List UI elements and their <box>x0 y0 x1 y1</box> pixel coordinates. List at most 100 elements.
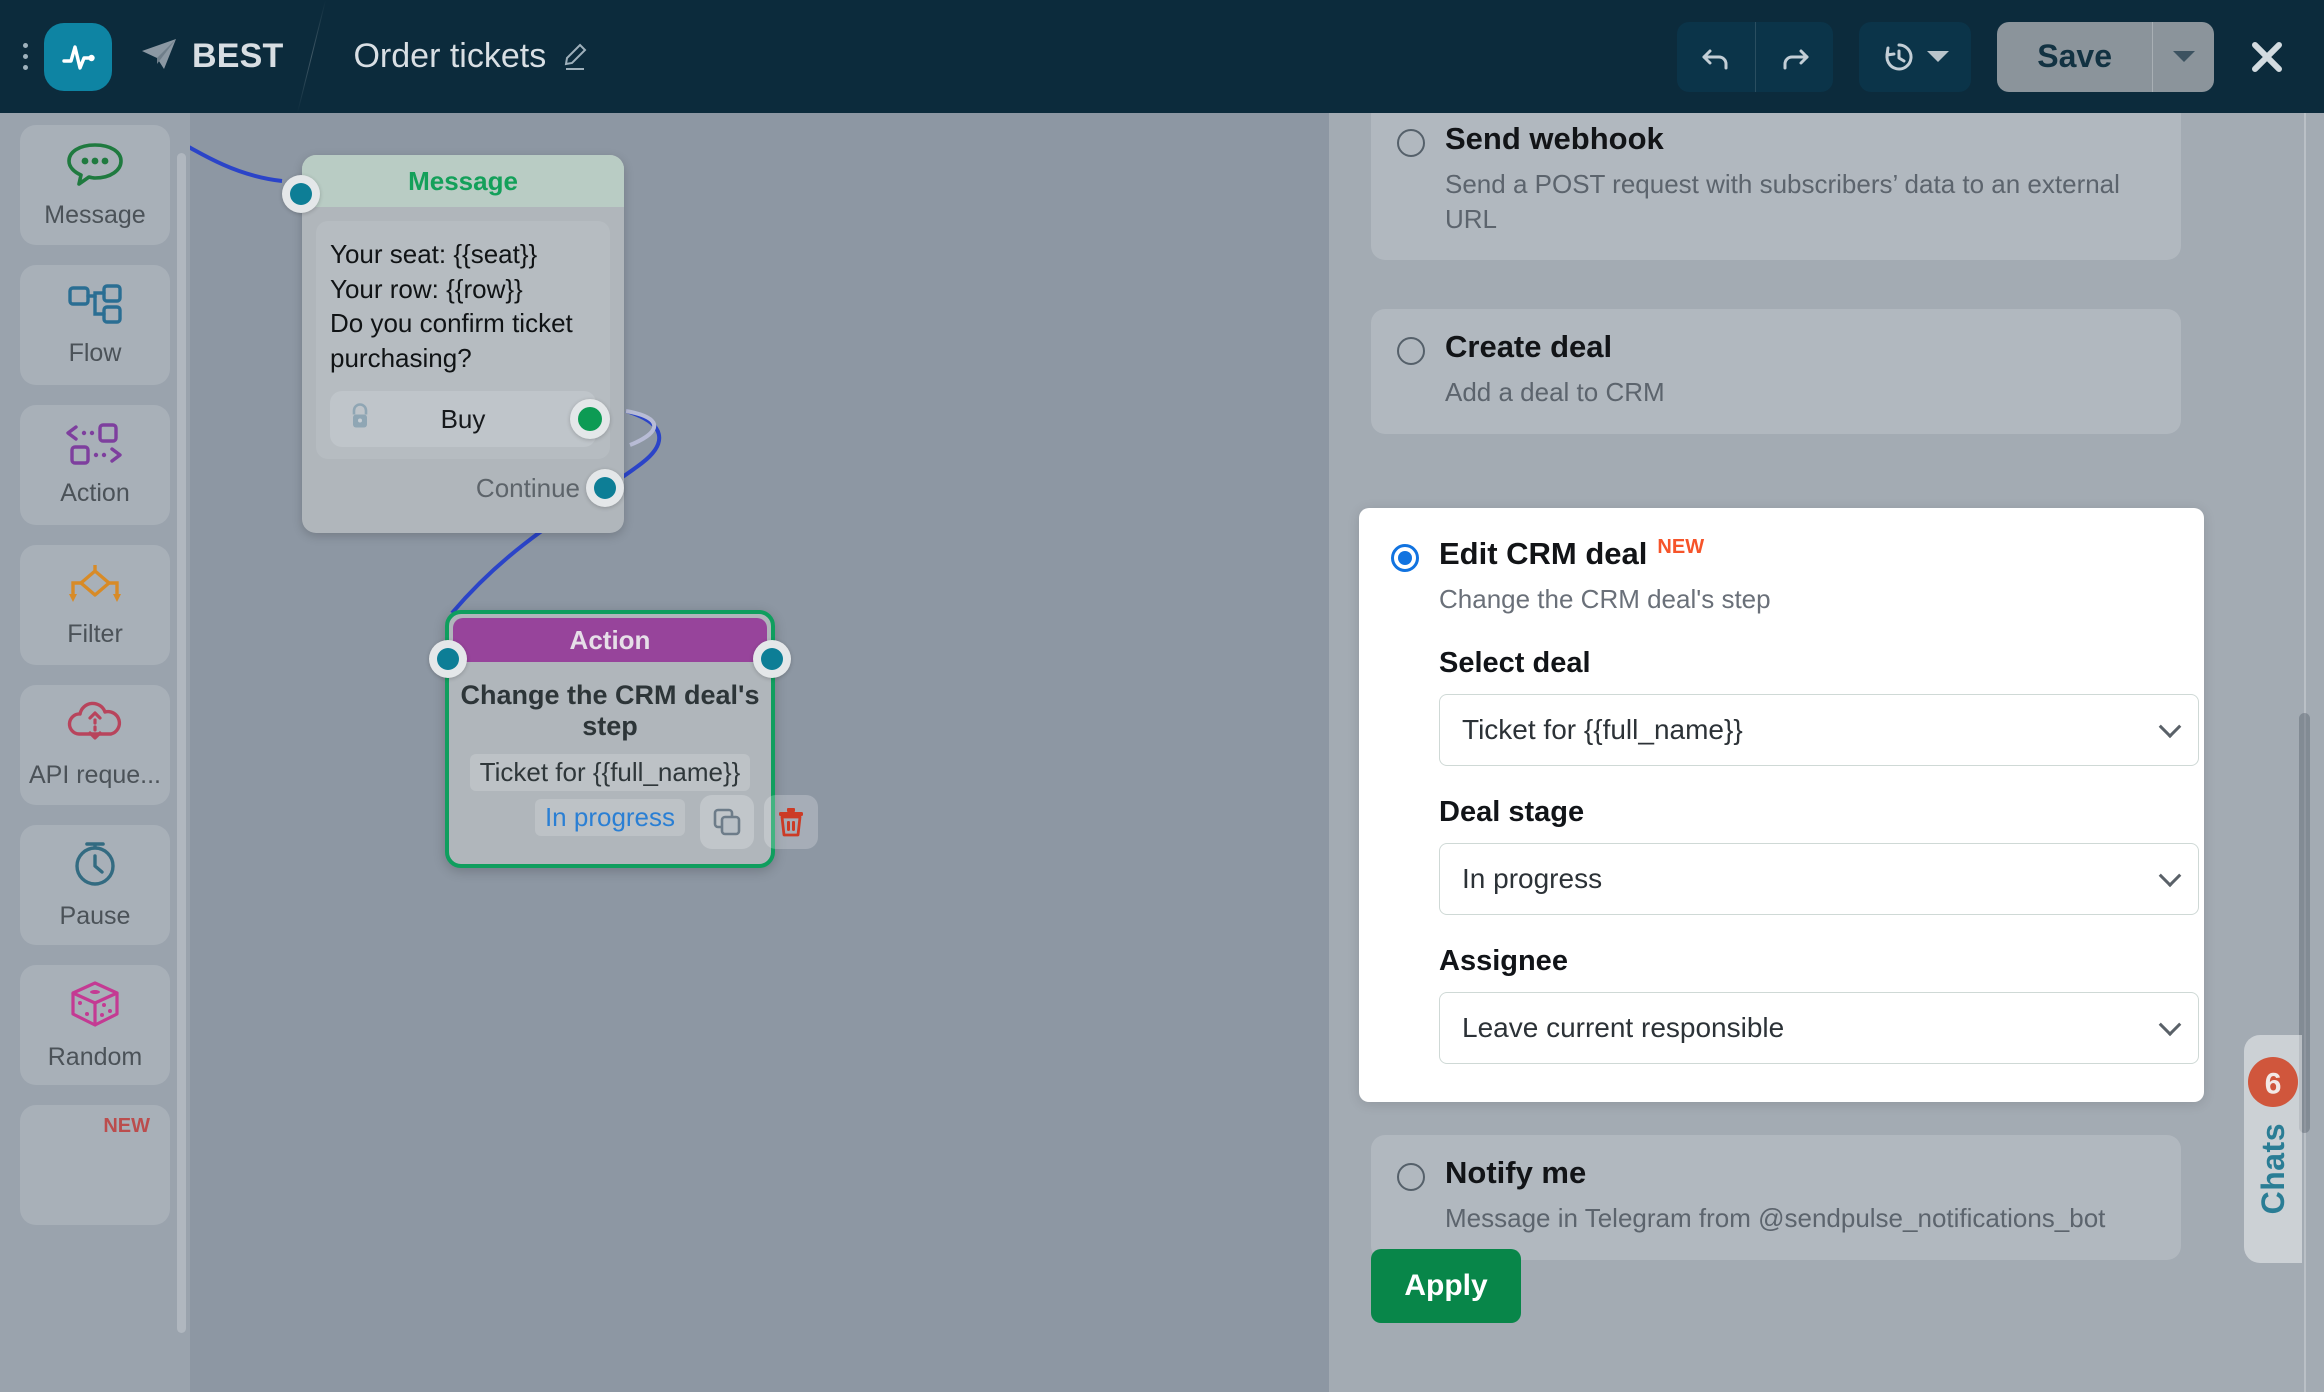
option-send-webhook[interactable]: Send webhook Send a POST request with su… <box>1371 113 2181 261</box>
chevron-down-icon <box>2172 51 2195 62</box>
sidebar-item-label: Flow <box>68 339 122 367</box>
connector-dot-in[interactable] <box>429 640 467 678</box>
lock-icon <box>348 403 372 436</box>
continue-label: Continue <box>475 472 580 503</box>
action-node-header: Action <box>453 618 767 662</box>
history-button[interactable] <box>1859 21 1972 92</box>
message-line: Your seat: {{seat}} <box>330 239 538 269</box>
breadcrumb: Order tickets <box>353 37 588 76</box>
undo-button[interactable] <box>1677 22 1755 92</box>
field-label-select-deal: Select deal <box>1439 646 1591 679</box>
delete-node-button[interactable] <box>764 795 818 849</box>
chevron-down-icon <box>2158 715 2182 738</box>
option-description: Send a POST request with subscribers’ da… <box>1445 169 2120 234</box>
clock-history-icon <box>1885 43 1913 70</box>
chevron-down-icon <box>1927 51 1950 62</box>
save-dropdown-button[interactable] <box>2152 21 2214 92</box>
api-cloud-icon <box>63 700 127 753</box>
message-node[interactable]: Message Your seat: {{seat}} Your row: {{… <box>302 155 624 534</box>
dice-cube-icon <box>65 978 125 1035</box>
sidebar-item-label: Filter <box>67 620 123 648</box>
flow-tree-icon <box>64 282 126 331</box>
sidebar-item-label: Action <box>60 479 130 507</box>
connector-dot-green[interactable] <box>570 399 610 440</box>
connector-dot-out[interactable] <box>586 469 624 508</box>
brand-name: BEST <box>192 37 284 75</box>
action-deal-chip: Ticket for {{full_name}} <box>469 754 751 791</box>
sidebar-item-api-request[interactable]: API reque... <box>20 685 170 805</box>
new-badge: NEW <box>1657 536 1705 558</box>
deal-stage-dropdown[interactable]: In progress <box>1439 842 2199 915</box>
radio-edit-crm-deal[interactable] <box>1391 544 1419 572</box>
new-badge: NEW <box>103 1115 150 1137</box>
option-title: Edit CRM deal <box>1439 536 1648 571</box>
flow-canvas[interactable]: Message Your seat: {{seat}} Your row: {{… <box>190 113 1329 1392</box>
filter-diamond-icon <box>63 561 127 612</box>
option-title: Notify me <box>1445 1155 1587 1190</box>
option-title: Send webhook <box>1445 121 1664 156</box>
top-bar: BEST Order tickets Save <box>0 0 2324 113</box>
radio-notify-me[interactable] <box>1397 1163 1425 1191</box>
sidebar-item-pause[interactable]: Pause <box>20 825 170 945</box>
close-x-icon <box>2252 41 2282 72</box>
field-label-deal-stage: Deal stage <box>1439 795 1585 828</box>
sidebar-item-label: Random <box>47 1043 143 1071</box>
message-line: Do you confirm ticket <box>330 308 573 339</box>
breadcrumb-separator <box>283 0 353 113</box>
sidebar-item-partial[interactable]: NEW <box>20 1105 170 1225</box>
deal-stage-value: In progress <box>1462 862 1603 894</box>
chats-unread-badge: 9 <box>2248 1057 2298 1107</box>
sidebar-item-filter[interactable]: Filter <box>20 545 170 665</box>
message-line: Your row: {{row}} <box>330 273 523 304</box>
chats-tab[interactable]: 9 Chats <box>2244 1035 2302 1263</box>
speech-bubble-icon <box>64 140 126 193</box>
sidebar-item-random[interactable]: Random <box>20 965 170 1085</box>
redo-button[interactable] <box>1755 21 1833 92</box>
option-create-deal[interactable]: Create deal Add a deal to CRM <box>1371 309 2181 434</box>
option-description: Change the CRM deal's step <box>1439 584 1771 614</box>
pencil-icon[interactable] <box>562 42 588 72</box>
message-node-header: Message <box>302 155 624 207</box>
node-toolbar <box>700 795 818 849</box>
option-description: Message in Telegram from @sendpulse_noti… <box>1445 1203 2106 1233</box>
action-node-title: Change the CRM deal's step <box>460 680 760 741</box>
radio-send-webhook[interactable] <box>1397 129 1425 157</box>
message-bubble: Your seat: {{seat}} Your row: {{row}} Do… <box>316 221 610 460</box>
save-button[interactable]: Save <box>1997 22 2152 92</box>
kebab-menu-icon[interactable] <box>12 34 38 80</box>
option-description: Add a deal to CRM <box>1445 377 1665 407</box>
action-settings-panel: Send webhook Send a POST request with su… <box>1329 113 2324 1392</box>
undo-arrow-icon <box>1702 49 1728 69</box>
option-edit-crm-deal[interactable]: Edit CRM deal NEW Change the CRM deal's … <box>1359 508 2204 1102</box>
select-deal-value: Ticket for {{full_name}} <box>1462 713 1743 745</box>
close-button[interactable] <box>2240 30 2294 84</box>
save-button-group: Save <box>1997 21 2214 92</box>
field-label-assignee: Assignee <box>1439 944 1568 977</box>
trash-bin-icon <box>779 808 803 837</box>
sidebar-item-message[interactable]: Message <box>20 125 170 245</box>
sendpulse-pulse-logo[interactable] <box>44 22 112 91</box>
sidebar-item-flow[interactable]: Flow <box>20 265 170 385</box>
telegram-paper-plane-icon <box>140 37 178 76</box>
copy-duplicate-icon <box>713 808 741 836</box>
chevron-down-icon <box>2158 864 2182 887</box>
assignee-value: Leave current responsible <box>1462 1011 1785 1043</box>
undo-redo-group <box>1677 21 1834 92</box>
radio-create-deal[interactable] <box>1397 337 1425 365</box>
brand-workspace-link[interactable]: BEST <box>140 37 283 76</box>
option-notify-me[interactable]: Notify me Message in Telegram from @send… <box>1371 1135 2181 1260</box>
message-line: purchasing? <box>330 342 472 373</box>
sidebar-item-action[interactable]: Action <box>20 405 170 525</box>
select-deal-dropdown[interactable]: Ticket for {{full_name}} <box>1439 693 2199 766</box>
assignee-dropdown[interactable]: Leave current responsible <box>1439 991 2199 1064</box>
buy-button[interactable]: Buy <box>330 391 610 448</box>
action-arrows-icon <box>62 422 128 471</box>
sidebar-scrollbar[interactable] <box>177 153 186 1333</box>
connector-dot-in[interactable] <box>282 175 320 213</box>
connector-dot-out[interactable] <box>753 640 791 678</box>
sidebar-item-label: Message <box>44 201 146 229</box>
chevron-down-icon <box>2158 1013 2182 1036</box>
redo-arrow-icon <box>1783 49 1809 69</box>
apply-button[interactable]: Apply <box>1371 1249 1521 1323</box>
duplicate-node-button[interactable] <box>700 795 754 849</box>
